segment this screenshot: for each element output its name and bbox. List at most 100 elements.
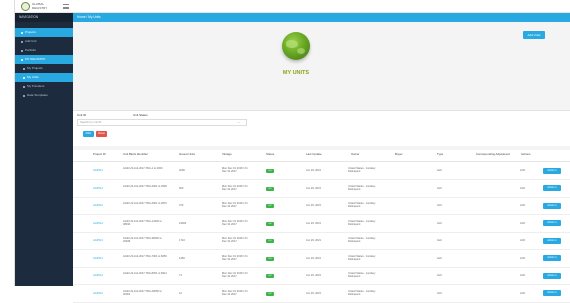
sidebar-item-add-unit[interactable]: Add Unit <box>15 37 73 46</box>
col-issued-units[interactable]: Issued Units <box>179 152 195 156</box>
cell-vintage: Mon Dec 31 2018 / Fri Dec 31 2017 <box>222 219 248 226</box>
table-row: AGP014 AGR-US-114-2017-TRA-40050 to 40061… <box>73 286 570 303</box>
filter-button[interactable]: Filter <box>83 131 94 137</box>
cell-project-id[interactable]: AGP014 <box>93 239 103 242</box>
app-window: GLOBAL REGISTRY NAVIGATION Projects Add … <box>14 0 570 303</box>
col-type[interactable]: Type <box>437 152 443 156</box>
sidebar-item-projects[interactable]: Projects <box>15 28 73 37</box>
status-badge: OK <box>266 169 274 173</box>
status-badge: OK <box>266 204 274 208</box>
reset-button[interactable]: Reset <box>96 131 107 137</box>
cell-owner: United States - Jursikey Delinquent <box>348 202 376 208</box>
page-header: MY UNITS Add Units <box>73 22 570 110</box>
cell-issued-units: 12 <box>179 291 182 295</box>
sidebar-item-my-transfers[interactable]: My Transfers <box>15 82 73 91</box>
units-table: Project ID Unit Block Identifier Issued … <box>73 150 570 303</box>
col-status[interactable]: Status <box>266 152 274 156</box>
action-dropdown-button[interactable]: Action ▾ <box>543 167 561 174</box>
col-project-id[interactable]: Project ID <box>93 152 106 156</box>
menu-toggle-icon[interactable] <box>63 4 69 9</box>
sidebar-item-label: Projects <box>25 30 36 34</box>
cell-vintage: Mon Dec 31 2018 / Fri Dec 31 2017 <box>222 254 248 261</box>
cell-owner: United States - Jursikey Delinquent <box>348 289 376 296</box>
cell-unit-block: AGR-US-114-2017-TRA-2001 to 2500 <box>123 184 167 188</box>
cell-last-update: Jun 29, 2021 <box>306 186 321 190</box>
breadcrumb[interactable]: Home / My Units <box>73 13 570 22</box>
cell-vintage: Mon Dec 31 2018 / Fri Dec 31 2017 <box>222 167 248 173</box>
sidebar-item-label: Add Unit <box>25 39 37 43</box>
sidebar-item-label: My Projects <box>27 66 43 70</box>
sidebar-item-label: Data Templates <box>27 93 48 97</box>
cell-project-id[interactable]: AGP014 <box>93 187 103 190</box>
cell-issued-units: 24000 <box>179 221 187 225</box>
cell-type: GHI <box>437 239 442 242</box>
bullet-icon <box>23 67 25 70</box>
col-owner[interactable]: Owner <box>351 152 360 156</box>
add-units-button[interactable]: Add Units <box>523 31 545 39</box>
cell-project-id[interactable]: AGP014 <box>93 257 103 260</box>
col-corresponding-adjustment[interactable]: Corresponding Adjustment <box>473 152 513 156</box>
caret-down-icon: ▾ <box>554 221 557 224</box>
cell-last-update: Jun 29, 2021 <box>306 169 321 172</box>
cell-adjustment: ACF <box>520 204 526 207</box>
logo-icon <box>21 2 30 11</box>
cell-owner: United States - Jursikey Delinquent <box>348 219 376 226</box>
chevron-down-icon: ⌄ <box>237 120 240 124</box>
cell-issued-units: 370 <box>179 204 184 207</box>
cell-type: GHI <box>437 186 442 190</box>
cell-type: GHI <box>437 169 442 172</box>
filter-panel: Unit ID Unit Status Search by unit ID ⌄ … <box>73 110 570 146</box>
action-dropdown-button[interactable]: Action ▾ <box>543 255 561 261</box>
table-row: AGP014 AGR-US-114-2017-TRA-7001 to 8250 12… <box>73 251 570 268</box>
action-dropdown-button[interactable]: Action ▾ <box>543 272 561 279</box>
cell-owner: United States - Jursikey Delinquent <box>348 254 376 261</box>
table-row: AGP014 AGR-US-114-2017-TRA-8251 to 8321 71… <box>73 268 570 285</box>
sidebar-section-my-registry[interactable]: MY REGISTRY <box>15 55 73 64</box>
cell-vintage: Mon Dec 31 2018 / Fri Dec 31 2017 <box>222 202 248 208</box>
action-dropdown-button[interactable]: Action ▾ <box>543 202 561 209</box>
col-unit-block[interactable]: Unit Block Identifier <box>123 152 148 156</box>
cell-last-update: Jun 29, 2021 <box>306 274 321 277</box>
unit-search-select[interactable]: Search by unit ID ⌄ <box>77 119 247 126</box>
cell-project-id[interactable]: AGP014 <box>93 292 103 295</box>
sidebar: NAVIGATION Projects Add Unit Portfolio M… <box>15 13 73 286</box>
bullet-icon <box>23 76 25 79</box>
col-buyer[interactable]: Buyer <box>395 152 403 156</box>
cell-issued-units: 1710 <box>179 239 185 242</box>
table-row: AGP014 AGR-US-114-2017-TRA-2001 to 2500 50… <box>73 181 570 198</box>
plus-icon <box>21 40 23 43</box>
status-badge: OK <box>266 186 274 191</box>
unit-id-label: Unit ID <box>77 113 87 117</box>
cell-project-id[interactable]: AGP014 <box>93 204 103 207</box>
action-dropdown-button[interactable]: Action ▾ <box>543 290 561 296</box>
cell-last-update: Jun 29, 2021 <box>306 291 321 295</box>
sidebar-item-portfolio[interactable]: Portfolio <box>15 46 73 55</box>
action-dropdown-button[interactable]: Action ▾ <box>543 237 561 244</box>
cell-unit-block: AGR-US-114-2017-TRA-7001 to 8250 <box>123 254 167 258</box>
cell-issued-units: 500 <box>179 186 184 190</box>
cell-issued-units: 1250 <box>179 256 185 260</box>
action-dropdown-button[interactable]: Action ▾ <box>543 185 561 191</box>
action-dropdown-button[interactable]: Action ▾ <box>543 220 561 226</box>
cell-adjustment: ACF <box>520 221 526 225</box>
sidebar-item-label: Portfolio <box>25 48 37 52</box>
col-last-update[interactable]: Last Update <box>306 152 322 156</box>
cell-adjustment: ACF <box>520 186 526 190</box>
cell-last-update: Jun 29, 2021 <box>306 239 321 242</box>
cell-unit-block: AGR-US-114-2017-TRA-8251 to 8321 <box>123 272 167 275</box>
cell-type: GHI <box>437 256 442 260</box>
caret-down-icon: ▾ <box>554 291 557 294</box>
cell-project-id[interactable]: AGP014 <box>93 169 103 172</box>
sidebar-item-my-projects[interactable]: My Projects <box>15 64 73 73</box>
cell-project-id[interactable]: AGP014 <box>93 222 103 225</box>
sidebar-item-my-units[interactable]: My Units <box>15 73 73 82</box>
status-badge: OK <box>266 274 274 278</box>
sidebar-item-data-templates[interactable]: Data Templates <box>15 91 73 100</box>
col-vintage[interactable]: Vintage <box>222 152 232 156</box>
logo[interactable]: GLOBAL REGISTRY <box>21 1 55 12</box>
cell-adjustment: ACF <box>520 291 526 295</box>
cell-adjustment: ACF <box>520 239 526 242</box>
globe-icon <box>282 32 310 60</box>
cell-project-id[interactable]: AGP014 <box>93 274 103 277</box>
cell-unit-block: AGR-US-114-2017-TRA-2501 to 2870 <box>123 202 167 205</box>
